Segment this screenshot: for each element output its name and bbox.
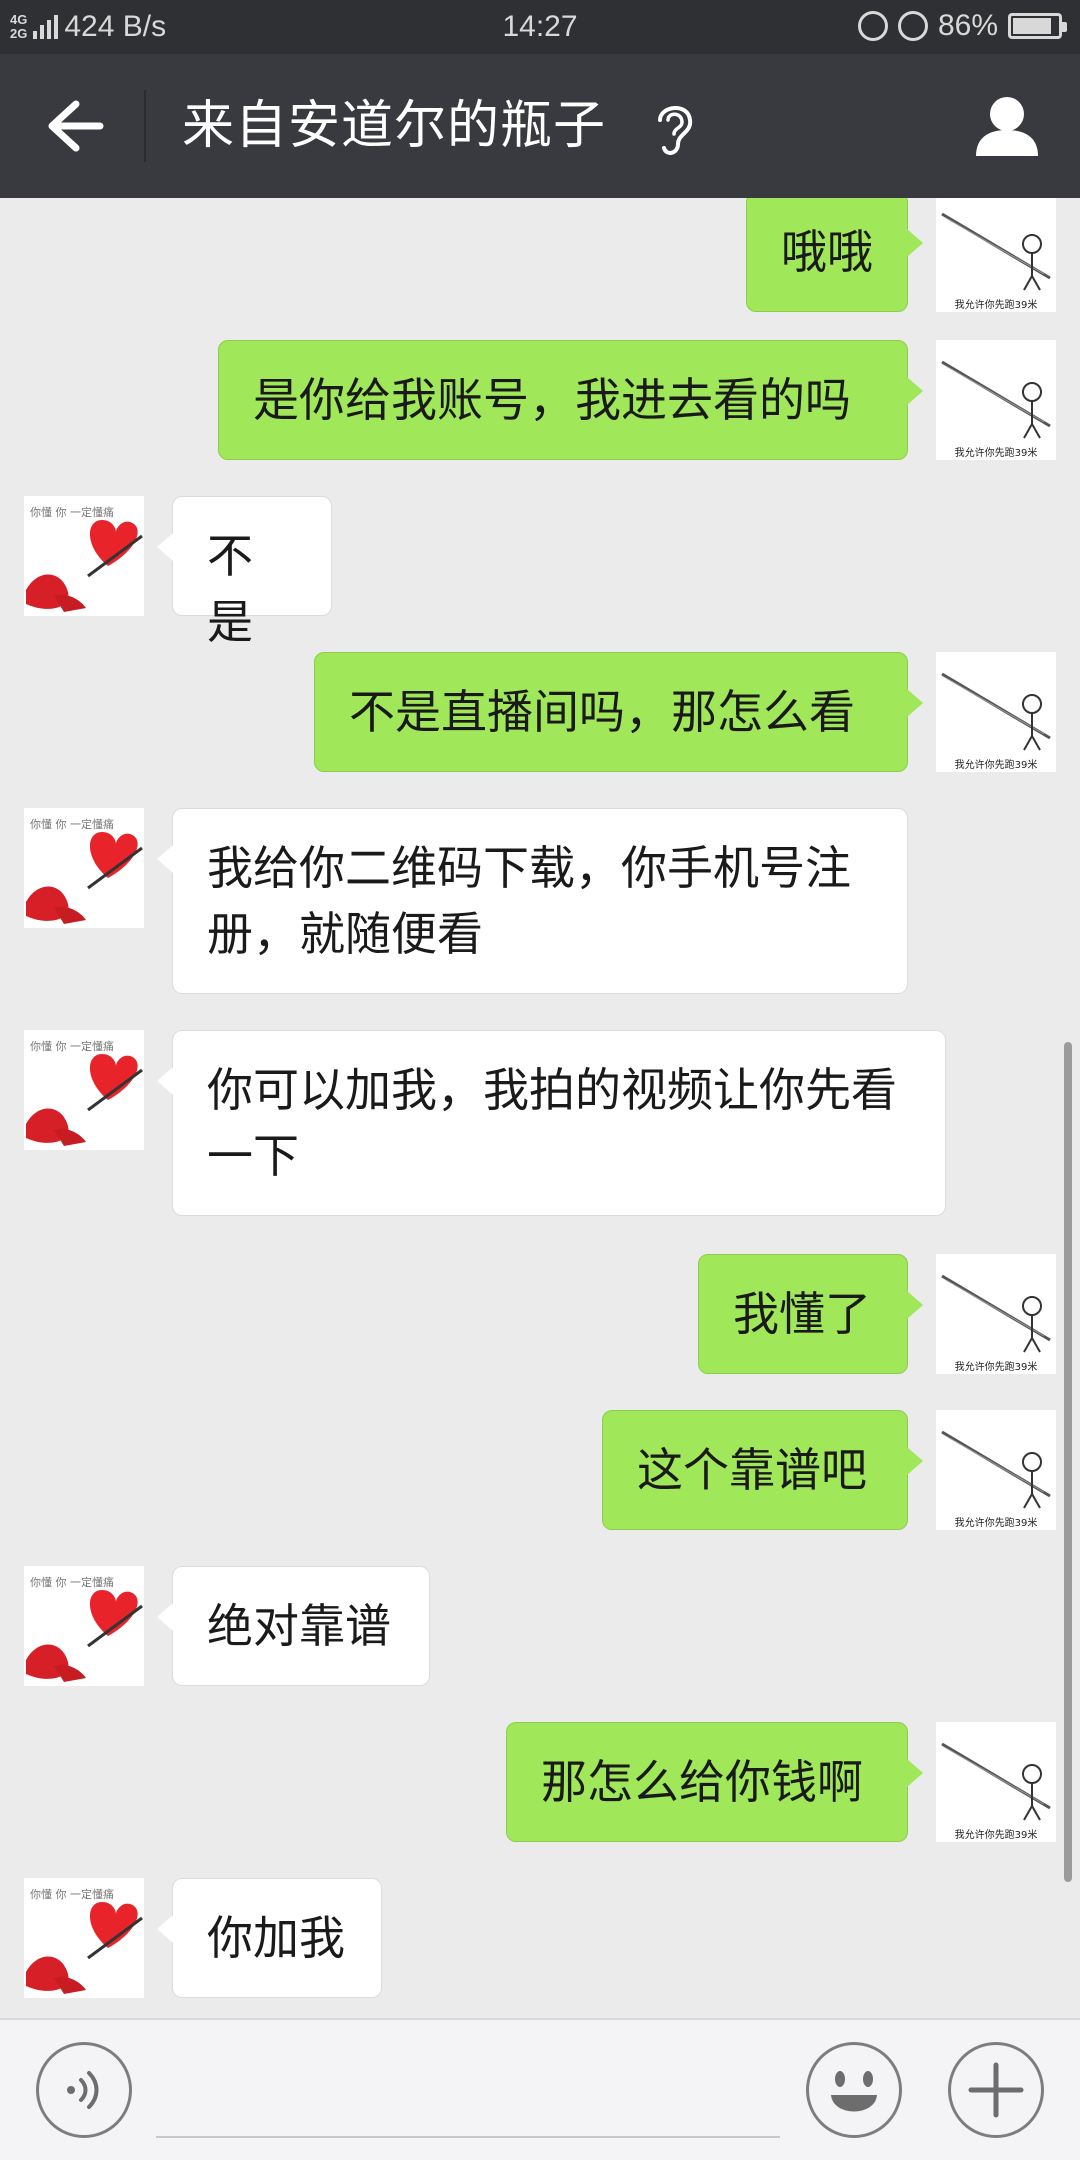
message-input[interactable] <box>156 2046 780 2138</box>
my-message-bubble[interactable]: 哦哦 <box>746 198 923 312</box>
my-avatar[interactable]: 我允许你先跑39米 <box>936 1722 1056 1842</box>
svg-text:你懂 你 一定懂痛: 你懂 你 一定懂痛 <box>30 1887 114 1901</box>
svg-text:你懂 你 一定懂痛: 你懂 你 一定懂痛 <box>30 817 114 831</box>
ear-icon[interactable] <box>652 98 696 158</box>
svg-text:我允许你先跑39米: 我允许你先跑39米 <box>955 298 1038 311</box>
emoji-button[interactable] <box>806 2042 902 2138</box>
my-message-bubble[interactable]: 这个靠谱吧 <box>602 1410 923 1530</box>
contact-message-bubble[interactable]: 不是 <box>157 496 332 649</box>
alarm-icon <box>897 11 928 41</box>
my-avatar[interactable]: 我允许你先跑39米 <box>936 652 1056 772</box>
battery-percent: 86% <box>937 9 998 42</box>
contact-avatar[interactable]: 你懂 你 一定懂痛 <box>24 808 144 928</box>
arrow-left-icon <box>48 100 104 152</box>
my-message-bubble[interactable]: 是你给我账号，我进去看的吗 <box>218 340 923 460</box>
plus-icon <box>968 2062 1024 2118</box>
battery-fill <box>1013 18 1051 34</box>
status-right: 86% <box>857 9 1067 43</box>
voice-button[interactable] <box>36 2042 132 2138</box>
scrollbar[interactable] <box>1064 1042 1072 1882</box>
my-message-bubble[interactable]: 我懂了 <box>698 1254 923 1374</box>
emoji-icon <box>831 2071 877 2112</box>
contact-message-bubble[interactable]: 绝对靠谱 <box>157 1566 430 1686</box>
svg-text:我允许你先跑39米: 我允许你先跑39米 <box>955 446 1038 459</box>
my-avatar[interactable]: 我允许你先跑39米 <box>936 1410 1056 1530</box>
my-message-bubble[interactable]: 那怎么给你钱啊 <box>506 1722 923 1842</box>
svg-text:我允许你先跑39米: 我允许你先跑39米 <box>955 1360 1038 1373</box>
voice-icon <box>67 2071 99 2109</box>
svg-text:我允许你先跑39米: 我允许你先跑39米 <box>955 758 1038 771</box>
more-button[interactable] <box>948 2042 1044 2138</box>
svg-text:你懂 你 一定懂痛: 你懂 你 一定懂痛 <box>30 1039 114 1053</box>
svg-text:你懂 你 一定懂痛: 你懂 你 一定懂痛 <box>30 505 114 519</box>
battery-icon <box>1008 13 1067 39</box>
contact-avatar[interactable]: 你懂 你 一定懂痛 <box>24 496 144 616</box>
contact-avatar[interactable]: 你懂 你 一定懂痛 <box>24 1566 144 1686</box>
chat-header: 来自安道尔的瓶子 <box>0 54 1080 198</box>
input-bar <box>0 2018 1080 2160</box>
contact-avatar[interactable]: 你懂 你 一定懂痛 <box>24 1878 144 1998</box>
svg-text:我允许你先跑39米: 我允许你先跑39米 <box>955 1828 1038 1841</box>
status-bar: 4G 2G 424 B/s 14:27 86% <box>0 0 1080 54</box>
contact-message-bubble[interactable]: 你加我 <box>157 1878 382 1998</box>
contact-message-bubble[interactable]: 我给你二维码下载，你手机号注 册，就随便看 <box>157 808 908 994</box>
my-message-bubble[interactable]: 不是直播间吗，那怎么看 <box>314 652 923 772</box>
svg-text:我允许你先跑39米: 我允许你先跑39米 <box>955 1516 1038 1529</box>
page-title: 来自安道尔的瓶子 <box>182 96 607 156</box>
my-avatar[interactable]: 我允许你先跑39米 <box>936 198 1056 312</box>
header-divider <box>144 90 146 162</box>
chat-area[interactable]: 我允许你先跑39米 哦哦 我允许你先跑39米 是你给我账号，我进去看的吗 你懂 你 一定… <box>0 198 1080 2018</box>
back-button[interactable] <box>40 96 106 156</box>
my-avatar[interactable]: 我允许你先跑39米 <box>936 1254 1056 1374</box>
lock-rotation-icon <box>857 11 888 41</box>
my-avatar[interactable]: 我允许你先跑39米 <box>936 340 1056 460</box>
contact-avatar[interactable]: 你懂 你 一定懂痛 <box>24 1030 144 1150</box>
contact-message-bubble[interactable]: 你可以加我，我拍的视频让你先看 一下 <box>157 1030 946 1216</box>
person-icon[interactable] <box>972 94 1042 158</box>
svg-text:你懂 你 一定懂痛: 你懂 你 一定懂痛 <box>30 1575 114 1589</box>
